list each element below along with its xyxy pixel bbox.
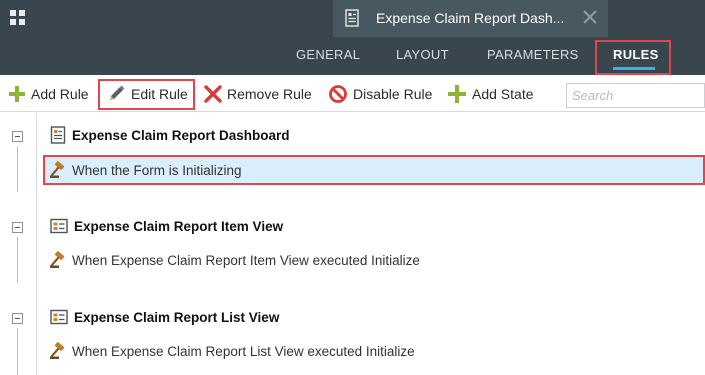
plus-icon bbox=[9, 86, 25, 102]
gavel-icon bbox=[50, 251, 65, 268]
close-icon[interactable] bbox=[579, 6, 601, 28]
document-tab[interactable]: Expense Claim Report Dash... bbox=[333, 0, 608, 37]
group-title: Expense Claim Report Dashboard bbox=[72, 127, 290, 143]
view-icon bbox=[50, 309, 68, 325]
app-grid-icon[interactable] bbox=[10, 10, 26, 26]
group-title: Expense Claim Report List View bbox=[74, 309, 280, 325]
rule-item[interactable]: When Expense Claim Report List View exec… bbox=[45, 337, 415, 365]
top-bar: Expense Claim Report Dash... GENERAL LAY… bbox=[0, 0, 705, 75]
rule-label: When the Form is Initializing bbox=[72, 162, 242, 178]
group-header[interactable]: Expense Claim Report List View bbox=[50, 307, 279, 327]
remove-rule-button[interactable]: Remove Rule bbox=[203, 82, 312, 106]
group-title: Expense Claim Report Item View bbox=[74, 218, 284, 234]
add-rule-button[interactable]: Add Rule bbox=[8, 82, 89, 106]
disable-rule-button[interactable]: Disable Rule bbox=[328, 82, 432, 106]
tree-line bbox=[17, 146, 18, 192]
collapse-toggle[interactable] bbox=[12, 313, 23, 324]
disable-rule-label: Disable Rule bbox=[353, 86, 433, 102]
rule-item-selected[interactable]: When the Form is Initializing bbox=[43, 155, 705, 185]
group-header[interactable]: Expense Claim Report Dashboard bbox=[50, 125, 290, 145]
gavel-icon bbox=[50, 161, 65, 178]
form-icon bbox=[50, 126, 66, 144]
rule-label: When Expense Claim Report Item View exec… bbox=[72, 252, 420, 268]
x-icon bbox=[204, 85, 222, 103]
document-tab-title: Expense Claim Report Dash... bbox=[376, 10, 565, 26]
edit-rule-highlight bbox=[98, 79, 195, 110]
group-header[interactable]: Expense Claim Report Item View bbox=[50, 216, 283, 236]
rules-tab-highlight bbox=[595, 40, 671, 75]
add-state-label: Add State bbox=[472, 86, 534, 102]
add-state-button[interactable]: Add State bbox=[447, 82, 534, 106]
search-input[interactable] bbox=[566, 83, 705, 108]
gavel-icon bbox=[50, 342, 65, 359]
view-icon bbox=[50, 218, 68, 234]
form-icon bbox=[345, 9, 359, 27]
tree-line bbox=[17, 328, 18, 375]
tab-parameters[interactable]: PARAMETERS bbox=[487, 47, 579, 62]
tree-gutter bbox=[0, 113, 37, 375]
ban-icon bbox=[329, 85, 347, 103]
plus-icon bbox=[448, 85, 466, 103]
add-rule-label: Add Rule bbox=[31, 86, 89, 102]
collapse-toggle[interactable] bbox=[12, 222, 23, 233]
rule-item[interactable]: When Expense Claim Report Item View exec… bbox=[45, 246, 420, 274]
tree-line bbox=[17, 237, 18, 283]
tab-general[interactable]: GENERAL bbox=[296, 47, 360, 62]
rule-label: When Expense Claim Report List View exec… bbox=[72, 343, 415, 359]
tab-layout[interactable]: LAYOUT bbox=[396, 47, 449, 62]
collapse-toggle[interactable] bbox=[12, 131, 23, 142]
remove-rule-label: Remove Rule bbox=[227, 86, 312, 102]
